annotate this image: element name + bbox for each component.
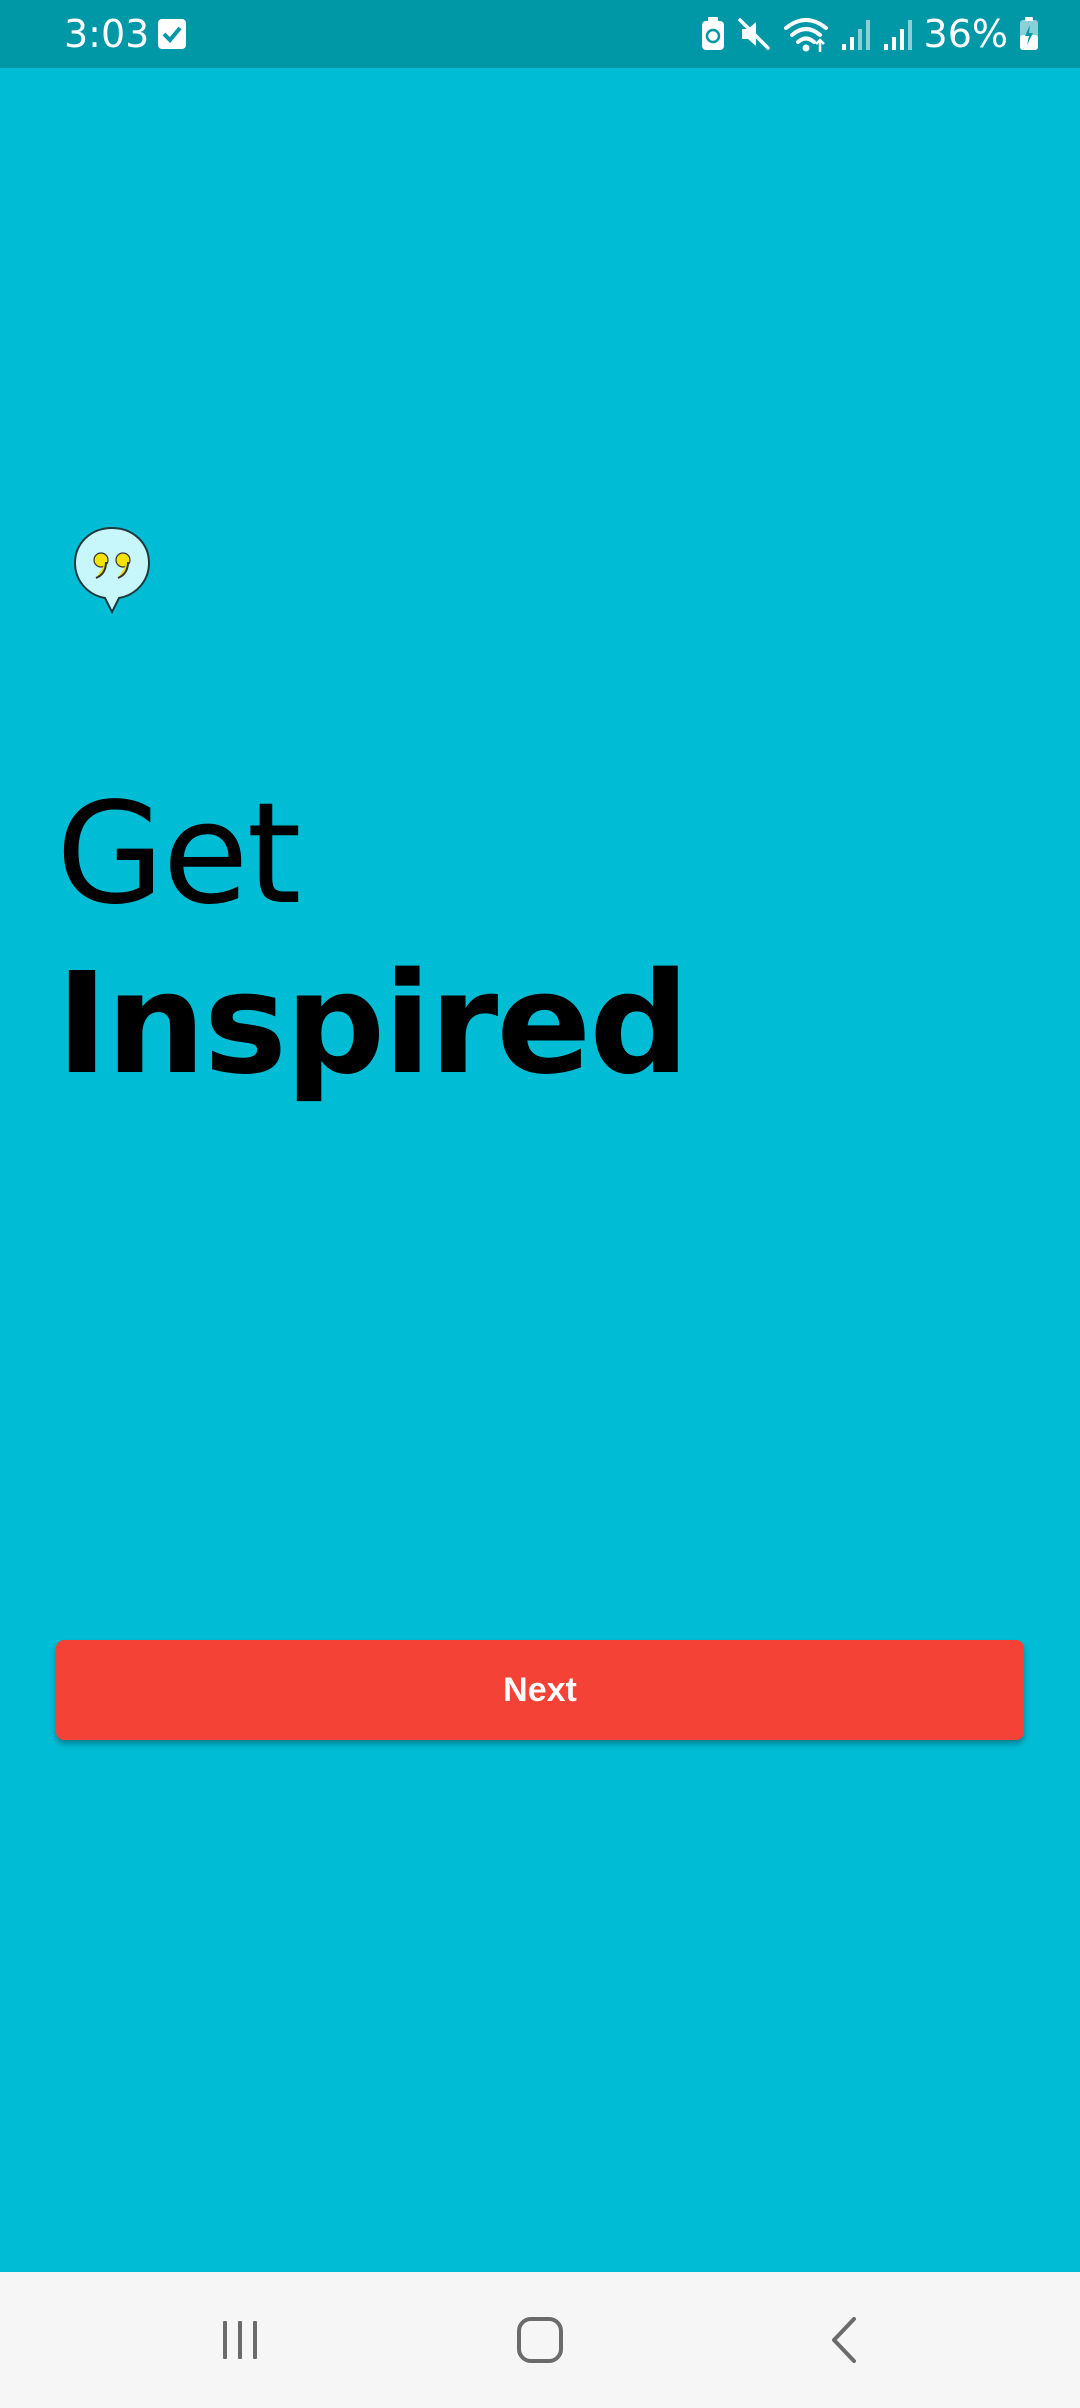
back-button[interactable] [784,2300,904,2380]
home-icon [517,2317,563,2363]
back-icon [832,2317,856,2363]
headline-line2: Inspired [56,943,689,1106]
onboarding-headline: Get Inspired [56,770,689,1110]
home-button[interactable] [480,2300,600,2380]
quote-bubble-icon [73,526,151,615]
battery-saver-icon [701,17,724,50]
battery-icon [1020,17,1038,50]
status-bar: 3:03 36% [0,0,1080,68]
battery-percent: 36% [923,12,1008,56]
signal-icon [841,20,870,50]
headline-line1: Get [56,773,302,936]
navigation-bar [0,2272,1080,2408]
status-icons: 36% [700,12,1040,56]
recents-button[interactable] [180,2300,300,2380]
recents-icon [223,2321,257,2359]
mute-icon [737,18,770,50]
next-button[interactable]: Next [56,1640,1024,1740]
status-time: 3:03 [64,12,150,56]
wifi-icon [783,18,828,52]
signal-icon [883,20,912,50]
check-notification-icon [158,19,186,49]
